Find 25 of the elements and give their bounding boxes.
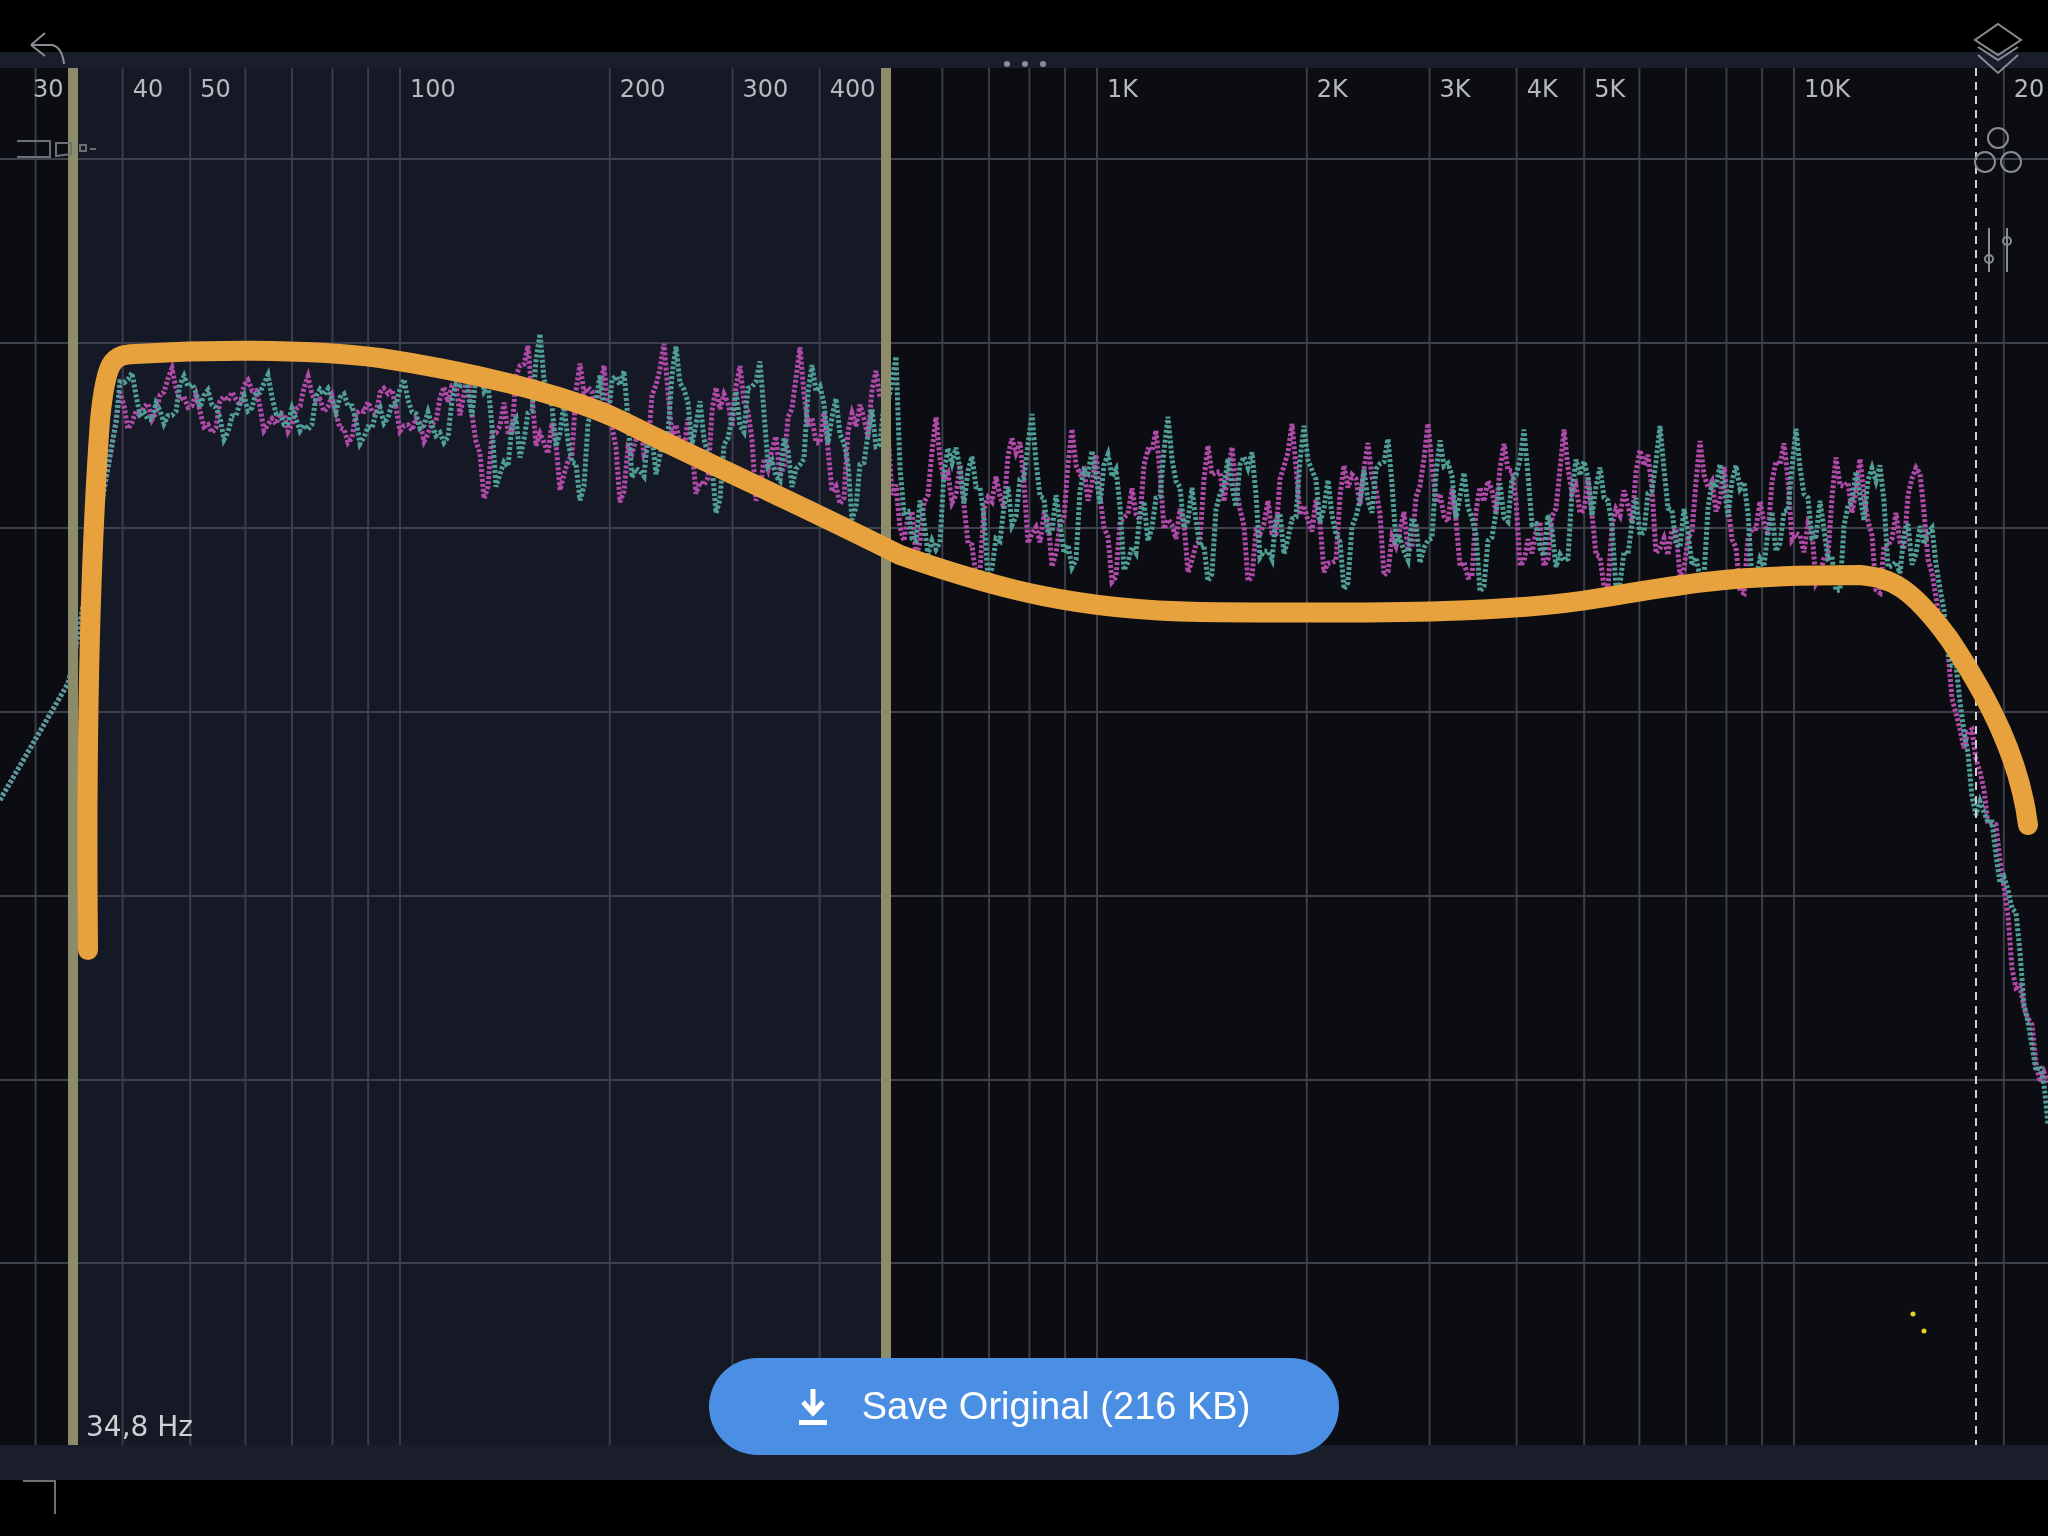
download-icon [797, 1386, 828, 1427]
frequency-label: 4K [1526, 75, 1558, 103]
frequency-label: 40 [132, 75, 164, 103]
frequency-label: 50 [200, 75, 231, 103]
speaker-icon[interactable] [16, 140, 97, 158]
frequency-label: 10K [1804, 75, 1851, 103]
circles-icon[interactable] [1974, 127, 2022, 173]
frequency-label: 400 [829, 75, 876, 103]
frequency-label: 30 [33, 75, 64, 103]
frequency-label: 20 [2013, 75, 2045, 103]
corner-mark-icon [22, 1480, 56, 1515]
point-marker-icon [1910, 1311, 1927, 1334]
back-arrow-icon[interactable] [30, 32, 65, 65]
sliders-icon[interactable] [1984, 227, 2012, 273]
frequency-label: 300 [742, 75, 789, 103]
frequency-label: 100 [410, 75, 456, 103]
frequency-label: 200 [619, 75, 666, 103]
frequency-label: 3K [1439, 75, 1471, 103]
drag-handle-icon[interactable] [1004, 61, 1046, 67]
frequency-label: 5K [1594, 75, 1626, 103]
frequency-label: 2K [1316, 75, 1348, 103]
save-button[interactable]: Save Original (216 KB) [709, 1358, 1339, 1455]
layers-icon[interactable] [1973, 22, 2023, 75]
frequency-readout: 34,8 Hz [86, 1410, 193, 1443]
frequency-label: 1K [1107, 75, 1138, 103]
